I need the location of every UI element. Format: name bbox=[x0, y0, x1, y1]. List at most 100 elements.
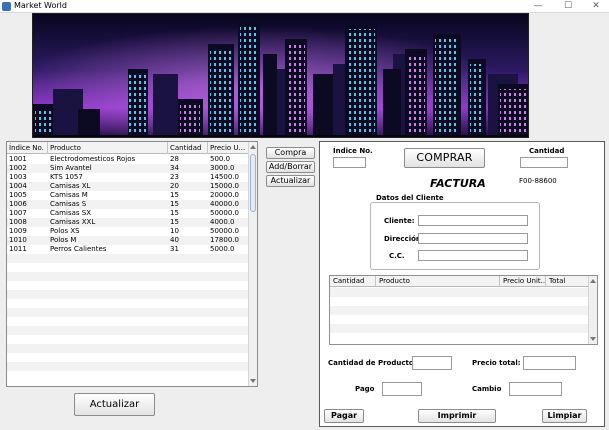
items-col-producto[interactable]: Producto bbox=[376, 276, 500, 287]
items-row bbox=[330, 288, 589, 297]
table-row[interactable] bbox=[7, 344, 249, 353]
table-row[interactable]: 1003 KTS 1057 23 14500.0 bbox=[7, 173, 249, 182]
cambio-field[interactable] bbox=[509, 382, 562, 396]
table-row[interactable] bbox=[7, 263, 249, 272]
add-borrar-button[interactable]: Add/Borrar bbox=[266, 161, 315, 173]
table-cell: 20000.0 bbox=[210, 191, 239, 199]
items-col-precio[interactable]: Precio Unit... bbox=[500, 276, 546, 287]
direccion-field[interactable] bbox=[418, 233, 528, 244]
table-cell: Camisas S bbox=[50, 200, 87, 208]
scroll-up-icon[interactable] bbox=[590, 279, 596, 283]
actualizar-button[interactable]: Actualizar bbox=[74, 393, 155, 416]
table-cell: 1001 bbox=[9, 155, 27, 163]
cantidad-field[interactable] bbox=[520, 157, 568, 168]
table-row[interactable] bbox=[7, 326, 249, 335]
table-cell: 20 bbox=[170, 182, 179, 190]
table-cell: 3000.0 bbox=[210, 164, 235, 172]
table-cell: 15 bbox=[170, 200, 179, 208]
cantidad-productos-field[interactable] bbox=[412, 356, 452, 370]
scroll-down-icon[interactable] bbox=[590, 337, 596, 341]
column-header-indice[interactable]: Índice No. bbox=[7, 142, 48, 154]
table-row[interactable] bbox=[7, 308, 249, 317]
products-table-header: Índice No. Producto Cantidad Precio U... bbox=[7, 142, 249, 154]
limpiar-button[interactable]: Limpiar bbox=[542, 409, 587, 423]
table-row[interactable]: 1010 Polos M 40 17800.0 bbox=[7, 236, 249, 245]
items-col-total[interactable]: Total bbox=[546, 276, 589, 287]
precio-total-label: Precio total: bbox=[472, 359, 521, 367]
table-row[interactable] bbox=[7, 290, 249, 299]
datos-cliente-title: Datos del Cliente bbox=[376, 194, 444, 202]
table-row[interactable]: 1006 Camisas S 15 40000.0 bbox=[7, 200, 249, 209]
table-row[interactable]: 1004 Camisas XL 20 15000.0 bbox=[7, 182, 249, 191]
table-row[interactable] bbox=[7, 299, 249, 308]
pagar-button[interactable]: Pagar bbox=[324, 409, 364, 423]
table-cell: Polos XS bbox=[50, 227, 80, 235]
table-row[interactable]: 1011 Perros Calientes 31 5000.0 bbox=[7, 245, 249, 254]
table-row[interactable] bbox=[7, 371, 249, 380]
app-icon bbox=[2, 2, 11, 11]
cc-field[interactable] bbox=[418, 250, 528, 261]
table-row[interactable]: 1002 Sim Avantel 34 3000.0 bbox=[7, 164, 249, 173]
table-cell: 15 bbox=[170, 218, 179, 226]
table-row[interactable]: 1008 Camisas XXL 15 4000.0 bbox=[7, 218, 249, 227]
table-cell: 15000.0 bbox=[210, 182, 239, 190]
minimize-button[interactable]: — bbox=[525, 0, 551, 12]
city-skyline-banner bbox=[32, 13, 529, 138]
table-cell: 50000.0 bbox=[210, 209, 239, 217]
market-world-window: Market World — ☐ ✕ Índice No. Producto C… bbox=[0, 0, 609, 430]
table-cell: Polos M bbox=[50, 236, 77, 244]
title-bar: Market World — ☐ ✕ bbox=[0, 0, 609, 13]
table-cell: 1010 bbox=[9, 236, 27, 244]
column-header-cantidad[interactable]: Cantidad bbox=[168, 142, 208, 154]
items-table-scrollbar[interactable] bbox=[588, 276, 597, 344]
table-row[interactable]: 1001 Electrodomesticos Rojos 28 500.0 bbox=[7, 155, 249, 164]
table-cell: Camisas XXL bbox=[50, 218, 96, 226]
table-row[interactable]: 1005 Camisas M 15 20000.0 bbox=[7, 191, 249, 200]
table-row[interactable] bbox=[7, 353, 249, 362]
table-cell: KTS 1057 bbox=[50, 173, 83, 181]
table-cell: 1002 bbox=[9, 164, 27, 172]
items-col-cantidad[interactable]: Cantidad bbox=[330, 276, 376, 287]
table-cell: 1006 bbox=[9, 200, 27, 208]
cliente-field[interactable] bbox=[418, 215, 528, 226]
table-cell: 1008 bbox=[9, 218, 27, 226]
items-row bbox=[330, 306, 589, 315]
table-cell: 4000.0 bbox=[210, 218, 235, 226]
table-row[interactable] bbox=[7, 362, 249, 371]
precio-total-field[interactable] bbox=[523, 356, 576, 370]
pago-field[interactable] bbox=[382, 382, 422, 396]
table-row[interactable] bbox=[7, 272, 249, 281]
table-cell: 1011 bbox=[9, 245, 27, 253]
close-button[interactable]: ✕ bbox=[583, 0, 609, 12]
scroll-up-icon[interactable] bbox=[250, 145, 256, 149]
table-cell: 5000.0 bbox=[210, 245, 235, 253]
cantidad-label: Cantidad bbox=[529, 147, 565, 155]
table-cell: 23 bbox=[170, 173, 179, 181]
column-header-precio[interactable]: Precio U... bbox=[208, 142, 249, 154]
table-cell: 34 bbox=[170, 164, 179, 172]
indice-field[interactable] bbox=[333, 157, 366, 168]
table-cell: 1005 bbox=[9, 191, 27, 199]
scroll-thumb[interactable] bbox=[250, 154, 256, 212]
comprar-button[interactable]: COMPRAR bbox=[404, 148, 485, 168]
table-cell: 1004 bbox=[9, 182, 27, 190]
side-actualizar-button[interactable]: Actualizar bbox=[266, 175, 315, 187]
products-table-scrollbar[interactable] bbox=[248, 142, 257, 386]
cc-label: C.C. bbox=[389, 252, 405, 260]
table-row[interactable] bbox=[7, 335, 249, 344]
products-table[interactable]: Índice No. Producto Cantidad Precio U...… bbox=[6, 141, 258, 387]
table-row[interactable]: 1007 Camisas SX 15 50000.0 bbox=[7, 209, 249, 218]
table-row[interactable] bbox=[7, 317, 249, 326]
table-row[interactable]: 1009 Polos XS 10 50000.0 bbox=[7, 227, 249, 236]
table-row[interactable] bbox=[7, 254, 249, 263]
table-row[interactable] bbox=[7, 281, 249, 290]
invoice-items-table[interactable]: Cantidad Producto Precio Unit... Total bbox=[329, 275, 598, 345]
maximize-button[interactable]: ☐ bbox=[555, 0, 581, 12]
table-cell: 14500.0 bbox=[210, 173, 239, 181]
compra-button[interactable]: Compra bbox=[266, 147, 315, 159]
imprimir-button[interactable]: Imprimir bbox=[418, 409, 496, 423]
table-cell: 1007 bbox=[9, 209, 27, 217]
column-header-producto[interactable]: Producto bbox=[48, 142, 168, 154]
table-cell: 17800.0 bbox=[210, 236, 239, 244]
scroll-down-icon[interactable] bbox=[250, 379, 256, 383]
